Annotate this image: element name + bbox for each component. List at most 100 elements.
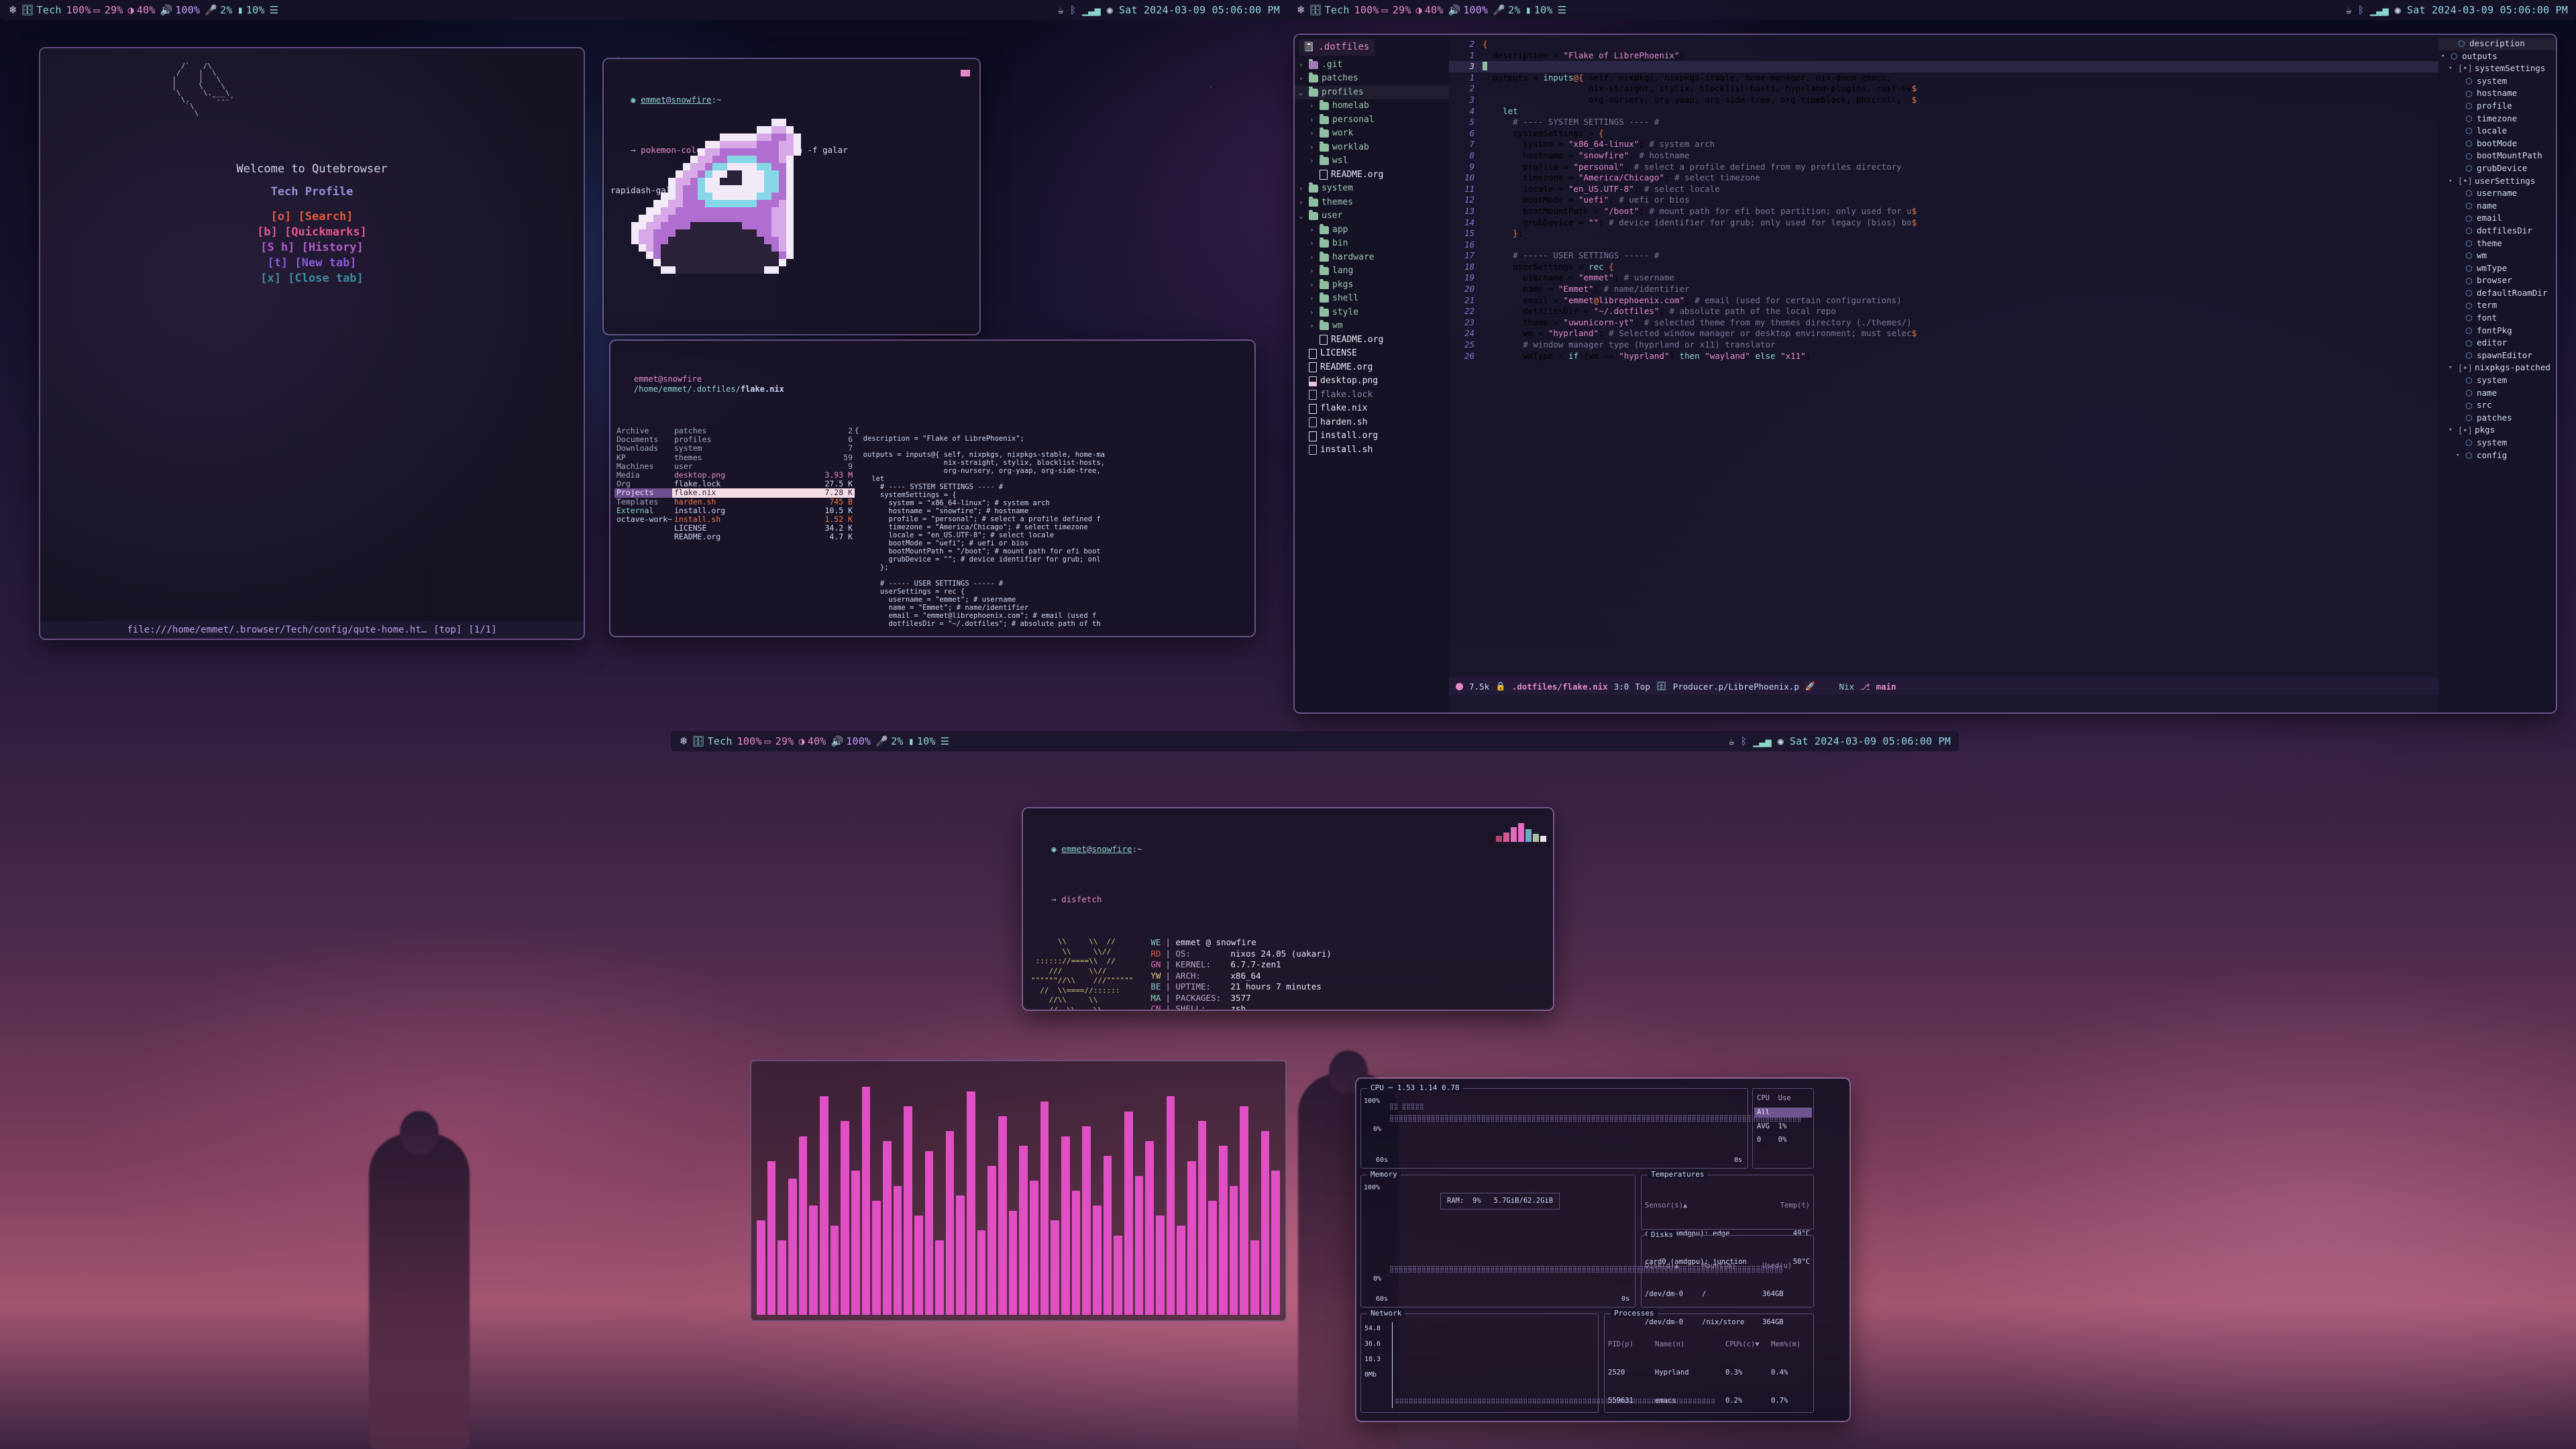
tree-item-flake-nix[interactable]: flake.nix xyxy=(1295,402,1449,416)
list-item[interactable]: octave-work~ xyxy=(614,515,672,524)
btm-processes-panel[interactable]: Processes PID(p) Name(n) CPU%(c)▼ Mem%(m… xyxy=(1604,1309,1814,1413)
cpu-module-3[interactable]: 29% xyxy=(775,735,794,747)
no-coffee-icon-2[interactable]: ☕ xyxy=(2346,4,2352,16)
list-item[interactable]: KP xyxy=(614,453,672,462)
outline-item-system[interactable]: ⬡ system xyxy=(2438,75,2556,88)
modeline-file[interactable]: .dotfiles/flake.nix xyxy=(1512,682,1608,692)
volume-module[interactable]: 🔊 100% xyxy=(160,4,200,16)
btm-temperatures-panel[interactable]: Temperatures Sensor(s)▲ Temp(t) card0 (am… xyxy=(1641,1170,1814,1266)
code-line[interactable]: 4 let xyxy=(1449,106,2438,117)
menu-icon-3[interactable]: ☰ xyxy=(941,735,950,747)
tree-item-hardware[interactable]: › hardware xyxy=(1295,251,1449,265)
code-line[interactable]: 7 system = "x86_64-linux"; # system arch xyxy=(1449,139,2438,150)
qutebrowser-link-search[interactable]: [o] [Search] xyxy=(40,209,584,225)
btm-memory-panel[interactable]: Memory 100% 0% 60s 0s RAM: 9% 5.7GiB/62.… xyxy=(1360,1170,1783,1307)
outline-item-bootmode[interactable]: ⬡ bootMode xyxy=(2438,138,2556,150)
outline-item-config[interactable]: ▾ ⬡ config xyxy=(2438,449,2556,462)
tree-item-system[interactable]: › system xyxy=(1295,182,1449,196)
outline-item-nixpkgs-patched[interactable]: ▾ [•] nixpkgs-patched xyxy=(2438,362,2556,374)
outline-item-hostname[interactable]: ⬡ hostname xyxy=(2438,87,2556,100)
emacs-code-buffer[interactable]: 2{1 description = "Flake of LibrePhoenix… xyxy=(1449,35,2438,362)
outline-item-pkgs[interactable]: ▾ [•] pkgs xyxy=(2438,424,2556,437)
bluetooth-icon-3[interactable]: ᛒ xyxy=(1741,735,1747,747)
outline-item-defaultroamdir[interactable]: ⬡ defaultRoamDir xyxy=(2438,287,2556,300)
tree-item-patches[interactable]: › patches xyxy=(1295,72,1449,86)
list-item[interactable]: Templates xyxy=(614,497,672,506)
network-signal-icon-3[interactable]: ▁▃▅ xyxy=(1753,735,1772,747)
tree-item-readme-org[interactable]: README.org xyxy=(1295,361,1449,375)
code-line[interactable]: 25 # window manager type (hyprland or x1… xyxy=(1449,339,2438,351)
btm-cpu-legend-row-avg[interactable]: AVG 1% xyxy=(1757,1122,1786,1131)
list-item[interactable]: themes 59 xyxy=(672,453,855,462)
qutebrowser-link-new-tab[interactable]: [t] [New tab] xyxy=(40,256,584,271)
outline-item-grubdevice[interactable]: ⬡ grubDevice xyxy=(2438,162,2556,175)
tree-item-install-sh[interactable]: install.sh xyxy=(1295,443,1449,458)
outline-item-outputs[interactable]: ▾ ⬡ outputs xyxy=(2438,50,2556,63)
microphone-module-2[interactable]: 🎤 2% xyxy=(1493,4,1520,16)
table-row[interactable]: 2520 Hyprland 0.3% 0.4% xyxy=(1608,1368,1811,1377)
code-line[interactable]: 16 xyxy=(1449,239,2438,251)
code-line[interactable]: 21 email = "emmet@librephoenix.com"; # e… xyxy=(1449,295,2438,307)
code-line[interactable]: 6 systemSettings = { xyxy=(1449,128,2438,140)
code-line[interactable]: 2 nix-straight, stylix, blocklist-hosts,… xyxy=(1449,83,2438,95)
status-bar-monitor-3[interactable]: ❄ 🗄 Tech 100% ▭ 29% ◑ 40% 🔊 100% 🎤 2% ▮ 10% ☰ … xyxy=(671,731,1959,751)
btm-cpu-panel[interactable]: CPU ─ 1.53 1.14 0.78 100% 0% 60s 0s ⣿⣿⣿⣿… xyxy=(1360,1083,1802,1169)
emacs-editor-main[interactable]: 2{1 description = "Flake of LibrePhoenix… xyxy=(1449,35,2438,712)
ranger-column-current[interactable]: patches 2 profiles 6 system 7 themes 59 user 9 des… xyxy=(672,426,855,636)
tree-item-wm[interactable]: › wm xyxy=(1295,319,1449,333)
outline-item-email[interactable]: ⬡ email xyxy=(2438,212,2556,225)
tree-item-harden-sh[interactable]: harden.sh xyxy=(1295,416,1449,430)
emacs-window[interactable]: 📓 .dotfiles › .git › patches ⌄ profiles › homela… xyxy=(1295,35,2556,712)
cpu-module-2[interactable]: 29% xyxy=(1393,4,1411,16)
qutebrowser-url[interactable]: file:///home/emmet/.browser/Tech/config/… xyxy=(127,625,427,635)
code-line[interactable]: 3 org-nursery, org-yaap, org-side-tree, … xyxy=(1449,95,2438,106)
battery-module-3[interactable]: 100% ▭ xyxy=(737,735,771,747)
code-line[interactable]: 9 profile = "personal"; # select a profi… xyxy=(1449,162,2438,173)
clock-2[interactable]: Sat 2024-03-09 05:06:00 PM xyxy=(2407,4,2568,16)
ranger-window[interactable]: emmet@snowfire /home/emmet/.dotfiles/fla… xyxy=(610,341,1254,636)
code-line[interactable]: 2{ xyxy=(1449,39,2438,50)
no-coffee-icon[interactable]: ☕ xyxy=(1058,4,1064,16)
code-line[interactable]: 10 timezone = "America/Chicago"; # selec… xyxy=(1449,172,2438,184)
tree-item-wsl[interactable]: › wsl xyxy=(1295,154,1449,168)
outline-item-wm[interactable]: ⬡ wm xyxy=(2438,250,2556,262)
outline-item-bootmountpath[interactable]: ⬡ bootMountPath xyxy=(2438,150,2556,162)
clock[interactable]: Sat 2024-03-09 05:06:00 PM xyxy=(1119,4,1280,16)
code-line[interactable]: 22 dotfilesDir = "~/.dotfiles"; # absolu… xyxy=(1449,306,2438,317)
record-icon-2[interactable]: ◉ xyxy=(2395,4,2401,16)
nix-snowflake-icon-3[interactable]: ❄ xyxy=(680,735,687,748)
status-bar-monitor-1[interactable]: ❄ 🗄 Tech 100% ▭ 29% ◑ 40% 🔊 100% 🎤 2% ▮ 10% ☰ … xyxy=(0,0,1288,20)
workspace-module[interactable]: 🗄 Tech xyxy=(21,4,61,16)
outline-item-dotfilesdir[interactable]: ⬡ dotfilesDir xyxy=(2438,225,2556,237)
outline-item-src[interactable]: ⬡ src xyxy=(2438,399,2556,412)
bluetooth-icon[interactable]: ᛒ xyxy=(1070,4,1076,16)
tree-item-personal[interactable]: › personal xyxy=(1295,113,1449,127)
tree-item-readme-org[interactable]: README.org xyxy=(1295,168,1449,182)
btm-disks-header[interactable]: Disk(d)▲ Mount(m) Used(u) xyxy=(1645,1261,1810,1271)
qutebrowser-window[interactable]: /` /\ / | \ | | \ | \ \ \ \.___\ \. `---… xyxy=(40,48,584,639)
btm-cpu-legend-row-0[interactable]: 0 0% xyxy=(1757,1136,1786,1144)
network-signal-icon-2[interactable]: ▁▃▅ xyxy=(2370,4,2389,16)
code-line[interactable]: 19 username = "emmet"; # username xyxy=(1449,272,2438,284)
code-line[interactable]: 24 wm = "hyprland"; # Selected window ma… xyxy=(1449,328,2438,339)
qutebrowser-link-close-tab[interactable]: [x] [Close tab] xyxy=(40,271,584,286)
table-row[interactable]: /dev/dm-0/364GB xyxy=(1645,1289,1810,1299)
microphone-module-3[interactable]: 🎤 2% xyxy=(875,735,903,747)
outline-item-system[interactable]: ⬡ system xyxy=(2438,374,2556,387)
code-line[interactable]: 13 bootMountPath = "/boot"; # mount path… xyxy=(1449,206,2438,217)
disfetch-window[interactable]: ◉ emmet@snowfire:~ → disfetch \\ \\ // \… xyxy=(1023,808,1553,1010)
cava-visualizer[interactable] xyxy=(750,1060,1287,1322)
outline-item-theme[interactable]: ⬡ theme xyxy=(2438,237,2556,250)
qutebrowser-link-quickmarks[interactable]: [b] [Quickmarks] xyxy=(40,225,584,240)
tree-item-desktop-png[interactable]: desktop.png xyxy=(1295,374,1449,388)
code-line[interactable]: 1 outputs = inputs@{ self, nixpkgs, nixp… xyxy=(1449,72,2438,84)
code-line[interactable]: 15 }; xyxy=(1449,228,2438,239)
modeline-git-branch[interactable]: main xyxy=(1876,682,1896,692)
tree-item-themes[interactable]: › themes xyxy=(1295,196,1449,210)
tree-item--git[interactable]: › .git xyxy=(1295,58,1449,72)
memory-module-2[interactable]: ▮ 10% xyxy=(1525,4,1553,16)
pokemon-terminal-window[interactable]: ◉ emmet@snowfire:~ → pokemon-colorscript… xyxy=(604,59,979,334)
tree-item-install-org[interactable]: install.org xyxy=(1295,429,1449,443)
emacs-outline-panel[interactable]: ⬡ description ▾ ⬡ outputs ▾ [•] systemSettings ⬡… xyxy=(2438,35,2556,712)
list-item[interactable]: Downloads xyxy=(614,444,672,453)
